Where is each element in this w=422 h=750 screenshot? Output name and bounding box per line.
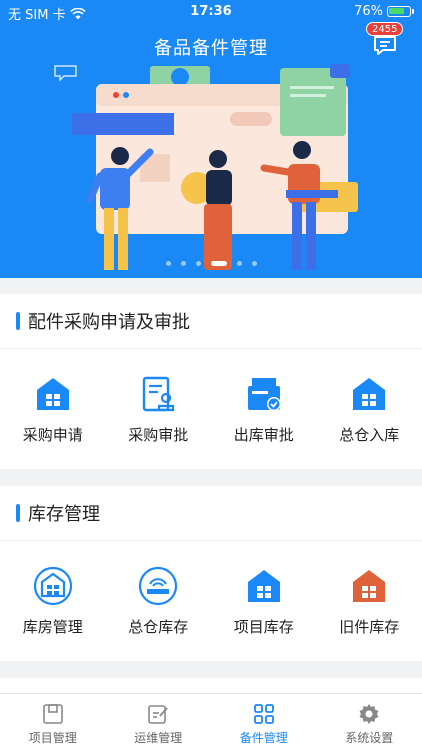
menu-label: 采购申请 bbox=[22, 425, 83, 444]
maintenance-icon bbox=[148, 705, 168, 724]
menu-label: 库房管理 bbox=[22, 617, 83, 636]
carousel-indicator[interactable] bbox=[0, 261, 422, 266]
section-title: 库存管理 bbox=[28, 504, 100, 525]
menu-central-warehouse-inbound[interactable]: 总仓入库 bbox=[317, 349, 422, 469]
banner-illustration[interactable] bbox=[0, 60, 422, 278]
menu-grid: 库房管理 总仓库存 项目库存 旧件库存 bbox=[0, 541, 422, 661]
menu-label: 总仓入库 bbox=[339, 425, 400, 444]
warehouse-stock-circle-icon bbox=[139, 566, 178, 605]
menu-central-warehouse-stock[interactable]: 总仓库存 bbox=[106, 541, 212, 661]
spare-parts-icon bbox=[253, 704, 274, 724]
carousel-dot[interactable] bbox=[251, 261, 257, 266]
old-parts-warehouse-icon bbox=[353, 569, 386, 602]
menu-grid: 采购申请 采购审批 出库审批 总仓入库 bbox=[0, 349, 422, 469]
section-title: 配件采购申请及审批 bbox=[28, 312, 190, 333]
battery-icon bbox=[387, 6, 411, 17]
carousel-dot-active[interactable] bbox=[210, 261, 227, 266]
section-accent-bar bbox=[16, 504, 20, 522]
section-procurement: 配件采购申请及审批 采购申请 采购审批 出库审批 总仓入库 bbox=[0, 294, 422, 469]
tab-label: 项目管理 bbox=[28, 731, 77, 745]
tab-spare-parts-management[interactable]: 备件管理 bbox=[211, 694, 317, 750]
menu-outbound-approval[interactable]: 出库审批 bbox=[211, 349, 317, 469]
tab-system-settings[interactable]: 系统设置 bbox=[317, 694, 422, 750]
menu-purchase-request[interactable]: 采购申请 bbox=[0, 349, 106, 469]
warehouse-icon bbox=[353, 377, 386, 410]
message-icon[interactable] bbox=[372, 34, 398, 56]
section-header: 配件采购申请及审批 bbox=[0, 294, 422, 349]
warehouse-icon bbox=[36, 377, 69, 410]
message-badge: 2455 bbox=[366, 22, 404, 36]
section-accent-bar bbox=[16, 312, 20, 330]
menu-old-parts-stock[interactable]: 旧件库存 bbox=[317, 541, 422, 661]
menu-purchase-approval[interactable]: 采购审批 bbox=[106, 349, 212, 469]
outbound-approval-icon bbox=[247, 377, 281, 411]
tab-label: 备件管理 bbox=[239, 731, 288, 745]
header-banner: 无 SIM 卡 17:36 76% 备品备件管理 2455 bbox=[0, 0, 422, 278]
storehouse-circle-icon bbox=[33, 566, 72, 605]
settings-gear-icon bbox=[359, 704, 379, 724]
tab-project-management[interactable]: 项目管理 bbox=[0, 694, 106, 750]
bottom-tab-bar: 项目管理 运维管理 备件管理 系统设置 bbox=[0, 693, 422, 750]
carousel-dot[interactable] bbox=[165, 261, 171, 266]
menu-label: 出库审批 bbox=[233, 425, 294, 444]
carousel-dot[interactable] bbox=[180, 261, 186, 266]
battery-percent: 76% bbox=[354, 4, 383, 19]
app-screen: 无 SIM 卡 17:36 76% 备品备件管理 2455 配件采购申请及审批 … bbox=[0, 0, 422, 750]
menu-storehouse-management[interactable]: 库房管理 bbox=[0, 541, 106, 661]
menu-project-stock[interactable]: 项目库存 bbox=[211, 541, 317, 661]
page-title: 备品备件管理 bbox=[154, 38, 268, 59]
tab-label: 运维管理 bbox=[134, 731, 183, 745]
approval-document-icon bbox=[143, 376, 175, 411]
menu-label: 项目库存 bbox=[233, 617, 294, 636]
menu-label: 总仓库存 bbox=[128, 617, 189, 636]
section-inventory: 库存管理 库房管理 总仓库存 项目库存 旧件库存 bbox=[0, 486, 422, 661]
project-icon bbox=[42, 704, 63, 724]
menu-label: 采购审批 bbox=[128, 425, 189, 444]
tab-label: 系统设置 bbox=[345, 731, 394, 745]
status-bar: 无 SIM 卡 17:36 76% bbox=[0, 0, 422, 24]
status-right: 76% bbox=[354, 4, 414, 19]
carousel-dot[interactable] bbox=[195, 261, 201, 266]
menu-label: 旧件库存 bbox=[339, 617, 400, 636]
warehouse-icon bbox=[247, 569, 280, 602]
battery-tip bbox=[412, 9, 414, 14]
section-header: 库存管理 bbox=[0, 486, 422, 541]
tab-operations-management[interactable]: 运维管理 bbox=[106, 694, 212, 750]
carousel-dot[interactable] bbox=[236, 261, 242, 266]
